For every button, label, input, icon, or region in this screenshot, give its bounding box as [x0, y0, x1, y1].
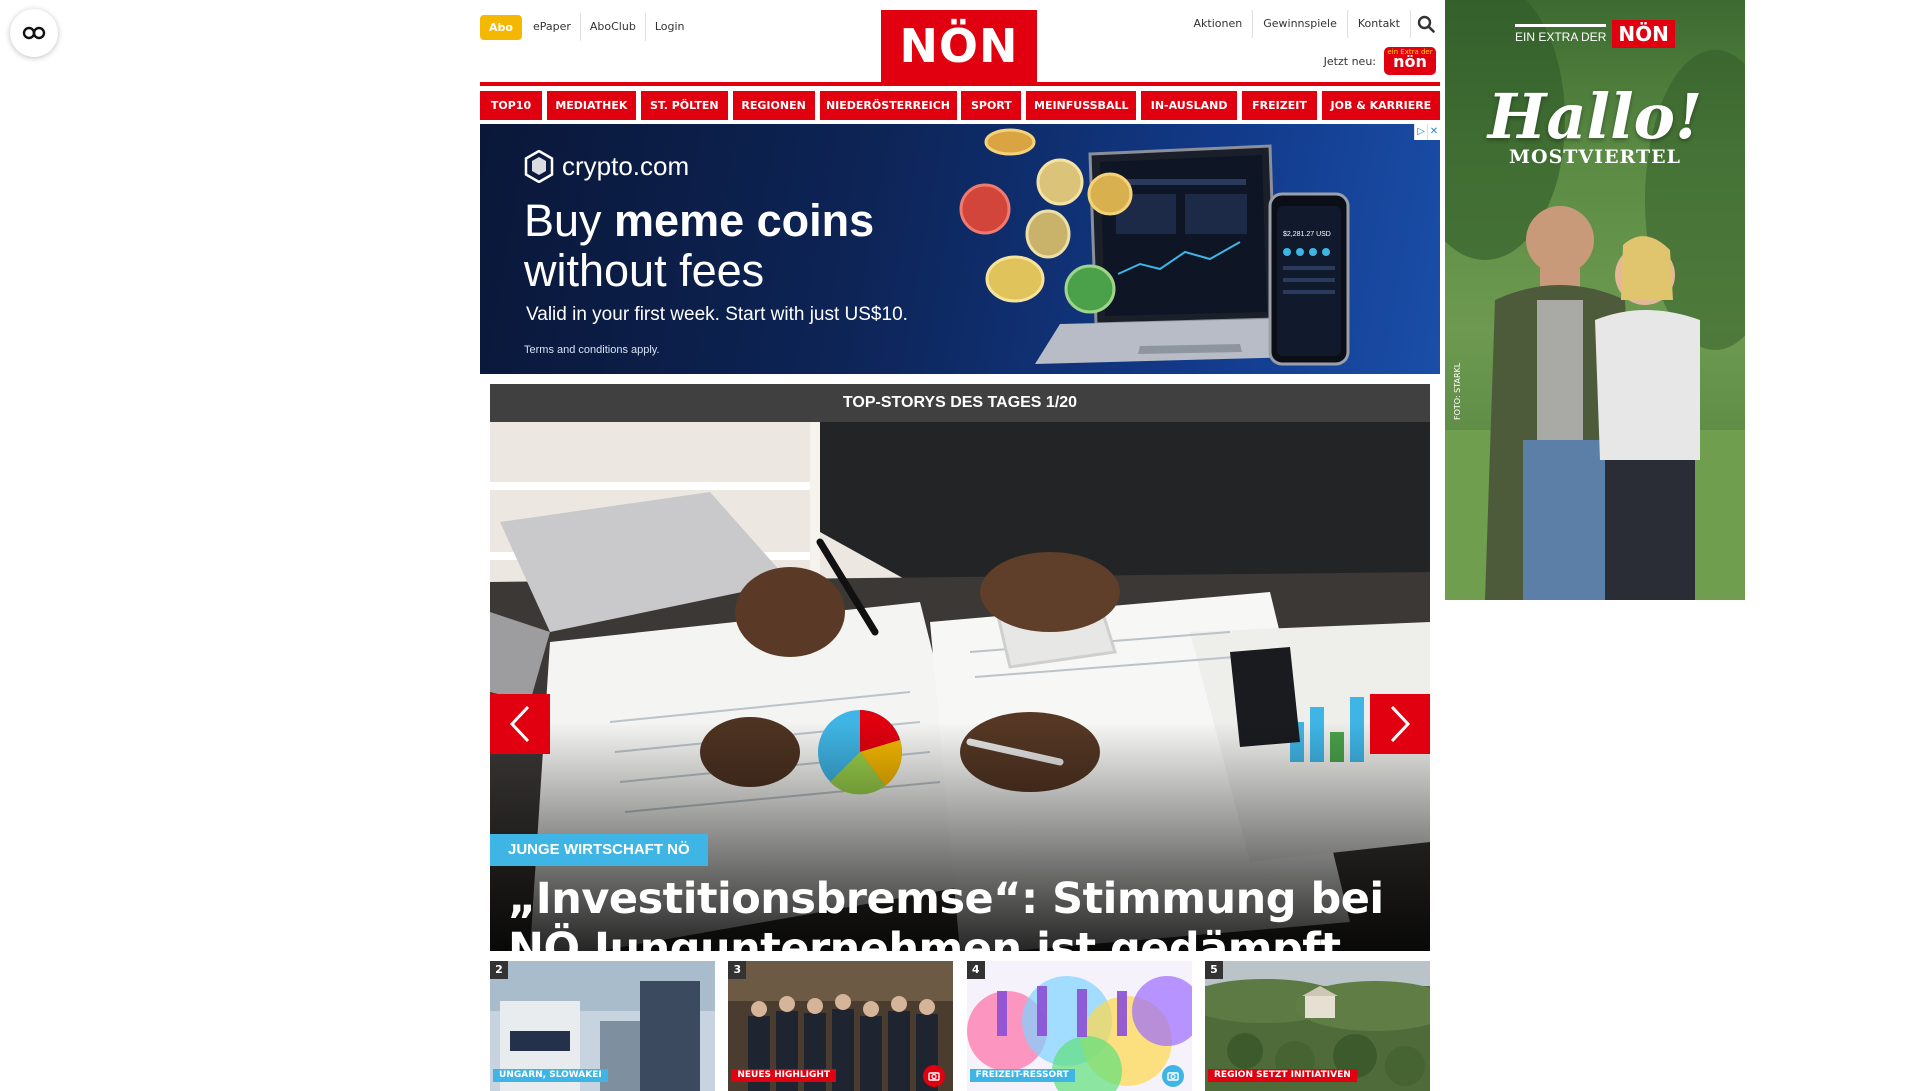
story-tile-number: 2 [490, 961, 508, 979]
glasses-icon [22, 26, 46, 40]
slider-next-button[interactable] [1370, 694, 1430, 754]
crypto-logo-icon [524, 150, 554, 183]
header-divider [480, 82, 1440, 86]
side-ad-hallo: Hallo! [1487, 80, 1703, 153]
story-tile-number: 5 [1204, 961, 1223, 979]
hero-headline[interactable]: „Investitionsbremse“: Stimmung bei NÖ Ju… [508, 874, 1408, 951]
story-tile[interactable]: 4 FREIZEIT-RESSORT [966, 961, 1192, 1091]
nav-niederoesterreich[interactable]: NIEDERÖSTERREICH [819, 91, 957, 120]
story-tile-number: 3 [728, 961, 747, 979]
category-nav: TOP10 MEDIATHEK ST. PÖLTEN REGIONEN NIED… [480, 91, 1440, 120]
top-nav-right: Aktionen Gewinnspiele Kontakt [1184, 10, 1440, 38]
chevron-right-icon [1390, 705, 1411, 743]
story-tile-tag: FREIZEIT-RESSORT [969, 1069, 1075, 1082]
story-tile-tag: UNGARN, SLOWAKEI [493, 1069, 608, 1082]
camera-icon [1161, 1065, 1184, 1087]
epaper-link[interactable]: ePaper [524, 13, 580, 41]
search-icon[interactable] [1410, 10, 1440, 38]
side-ad[interactable]: EIN EXTRA DER NÖN Hallo! MOSTVIERTEL FOT… [1445, 0, 1745, 600]
ad-brand: crypto.com [524, 150, 689, 183]
nav-meinfussball[interactable]: MEINFUSSBALL [1026, 91, 1137, 120]
nav-job-karriere[interactable]: JOB & KARRIERE [1321, 91, 1440, 120]
story-tile[interactable]: 5 REGION SETZT INITIATIVEN [1204, 961, 1430, 1091]
top-stories-slider: TOP-STORYS DES TAGES 1/20 JUNGE WIRTSCHA… [490, 384, 1430, 951]
crypto-ad-banner[interactable]: ▷ ✕ crypto.com Buy meme coins without fe… [480, 124, 1440, 374]
hero-photo-illustration [490, 422, 1430, 951]
side-ad-brand: EIN EXTRA DER NÖN [1515, 20, 1675, 48]
ad-subline: Valid in your first week. Start with jus… [526, 304, 908, 325]
abo-button[interactable]: Abo [480, 14, 522, 40]
site-header: Abo ePaper AboClub Login NÖN Aktionen Ge… [480, 0, 1440, 86]
site-logo[interactable]: NÖN [881, 10, 1037, 82]
ad-headline: Buy meme coins without fees [524, 196, 874, 296]
nav-sport[interactable]: SPORT [961, 91, 1022, 120]
side-ad-extra-label: EIN EXTRA DER [1515, 24, 1607, 44]
nav-freizeit[interactable]: FREIZEIT [1242, 91, 1317, 120]
page-content: Abo ePaper AboClub Login NÖN Aktionen Ge… [480, 0, 1440, 1091]
accessibility-button[interactable] [10, 9, 58, 57]
nav-top10[interactable]: TOP10 [480, 91, 542, 120]
extra-logo-small-text: ein Extra der [1387, 48, 1433, 56]
aboclub-link[interactable]: AboClub [579, 13, 645, 41]
chevron-left-icon [509, 705, 530, 743]
laptop-coins-illustration: $2,281.27 USD [959, 128, 1350, 366]
hero-category-tag[interactable]: JUNGE WIRTSCHAFT NÖ [490, 834, 708, 866]
ad-headline-bold: meme coins [614, 195, 875, 246]
jetzt-neu-label: Jetzt neu: [1323, 54, 1376, 68]
hero-story-image[interactable]: JUNGE WIRTSCHAFT NÖ „Investitionsbremse“… [490, 422, 1430, 951]
story-tiles: 2 UNGARN, SLOWAKEI 3 NEUES HIGHLIGHT 4 F… [490, 961, 1430, 1091]
nav-in-ausland[interactable]: IN-AUSLAND [1141, 91, 1238, 120]
story-tile-tag: REGION SETZT INITIATIVEN [1207, 1069, 1357, 1082]
ad-brand-name: crypto.com [562, 151, 690, 181]
story-tile[interactable]: 3 NEUES HIGHLIGHT [728, 961, 954, 1091]
top-nav-left: Abo ePaper AboClub Login [480, 13, 694, 41]
slider-prev-button[interactable] [490, 694, 550, 754]
aktionen-link[interactable]: Aktionen [1184, 10, 1253, 38]
ad-headline-plain: Buy [524, 195, 615, 246]
story-tile[interactable]: 2 UNGARN, SLOWAKEI [490, 961, 715, 1091]
jetzt-neu: Jetzt neu: ein Extra der nön [1324, 47, 1436, 75]
side-ad-photo-credit: FOTO: STARKL [1453, 362, 1462, 420]
phone-amount: $2,281.27 USD [1283, 231, 1331, 238]
side-ad-region: MOSTVIERTEL [1509, 146, 1681, 168]
nav-mediathek[interactable]: MEDIATHEK [546, 91, 636, 120]
ad-terms: Terms and conditions apply. [524, 344, 660, 356]
extra-logo-link[interactable]: ein Extra der nön [1384, 47, 1436, 75]
story-tile-tag: NEUES HIGHLIGHT [731, 1069, 837, 1082]
nav-st-poelten[interactable]: ST. PÖLTEN [640, 91, 728, 120]
login-link[interactable]: Login [644, 13, 694, 41]
gewinnspiele-link[interactable]: Gewinnspiele [1252, 10, 1347, 38]
ad-headline-line2: without fees [524, 245, 765, 296]
top-stories-heading: TOP-STORYS DES TAGES 1/20 [490, 384, 1430, 422]
nav-regionen[interactable]: REGIONEN [732, 91, 815, 120]
story-tile-number: 4 [966, 961, 985, 979]
kontakt-link[interactable]: Kontakt [1346, 10, 1410, 38]
side-ad-logo: NÖN [1612, 20, 1675, 48]
